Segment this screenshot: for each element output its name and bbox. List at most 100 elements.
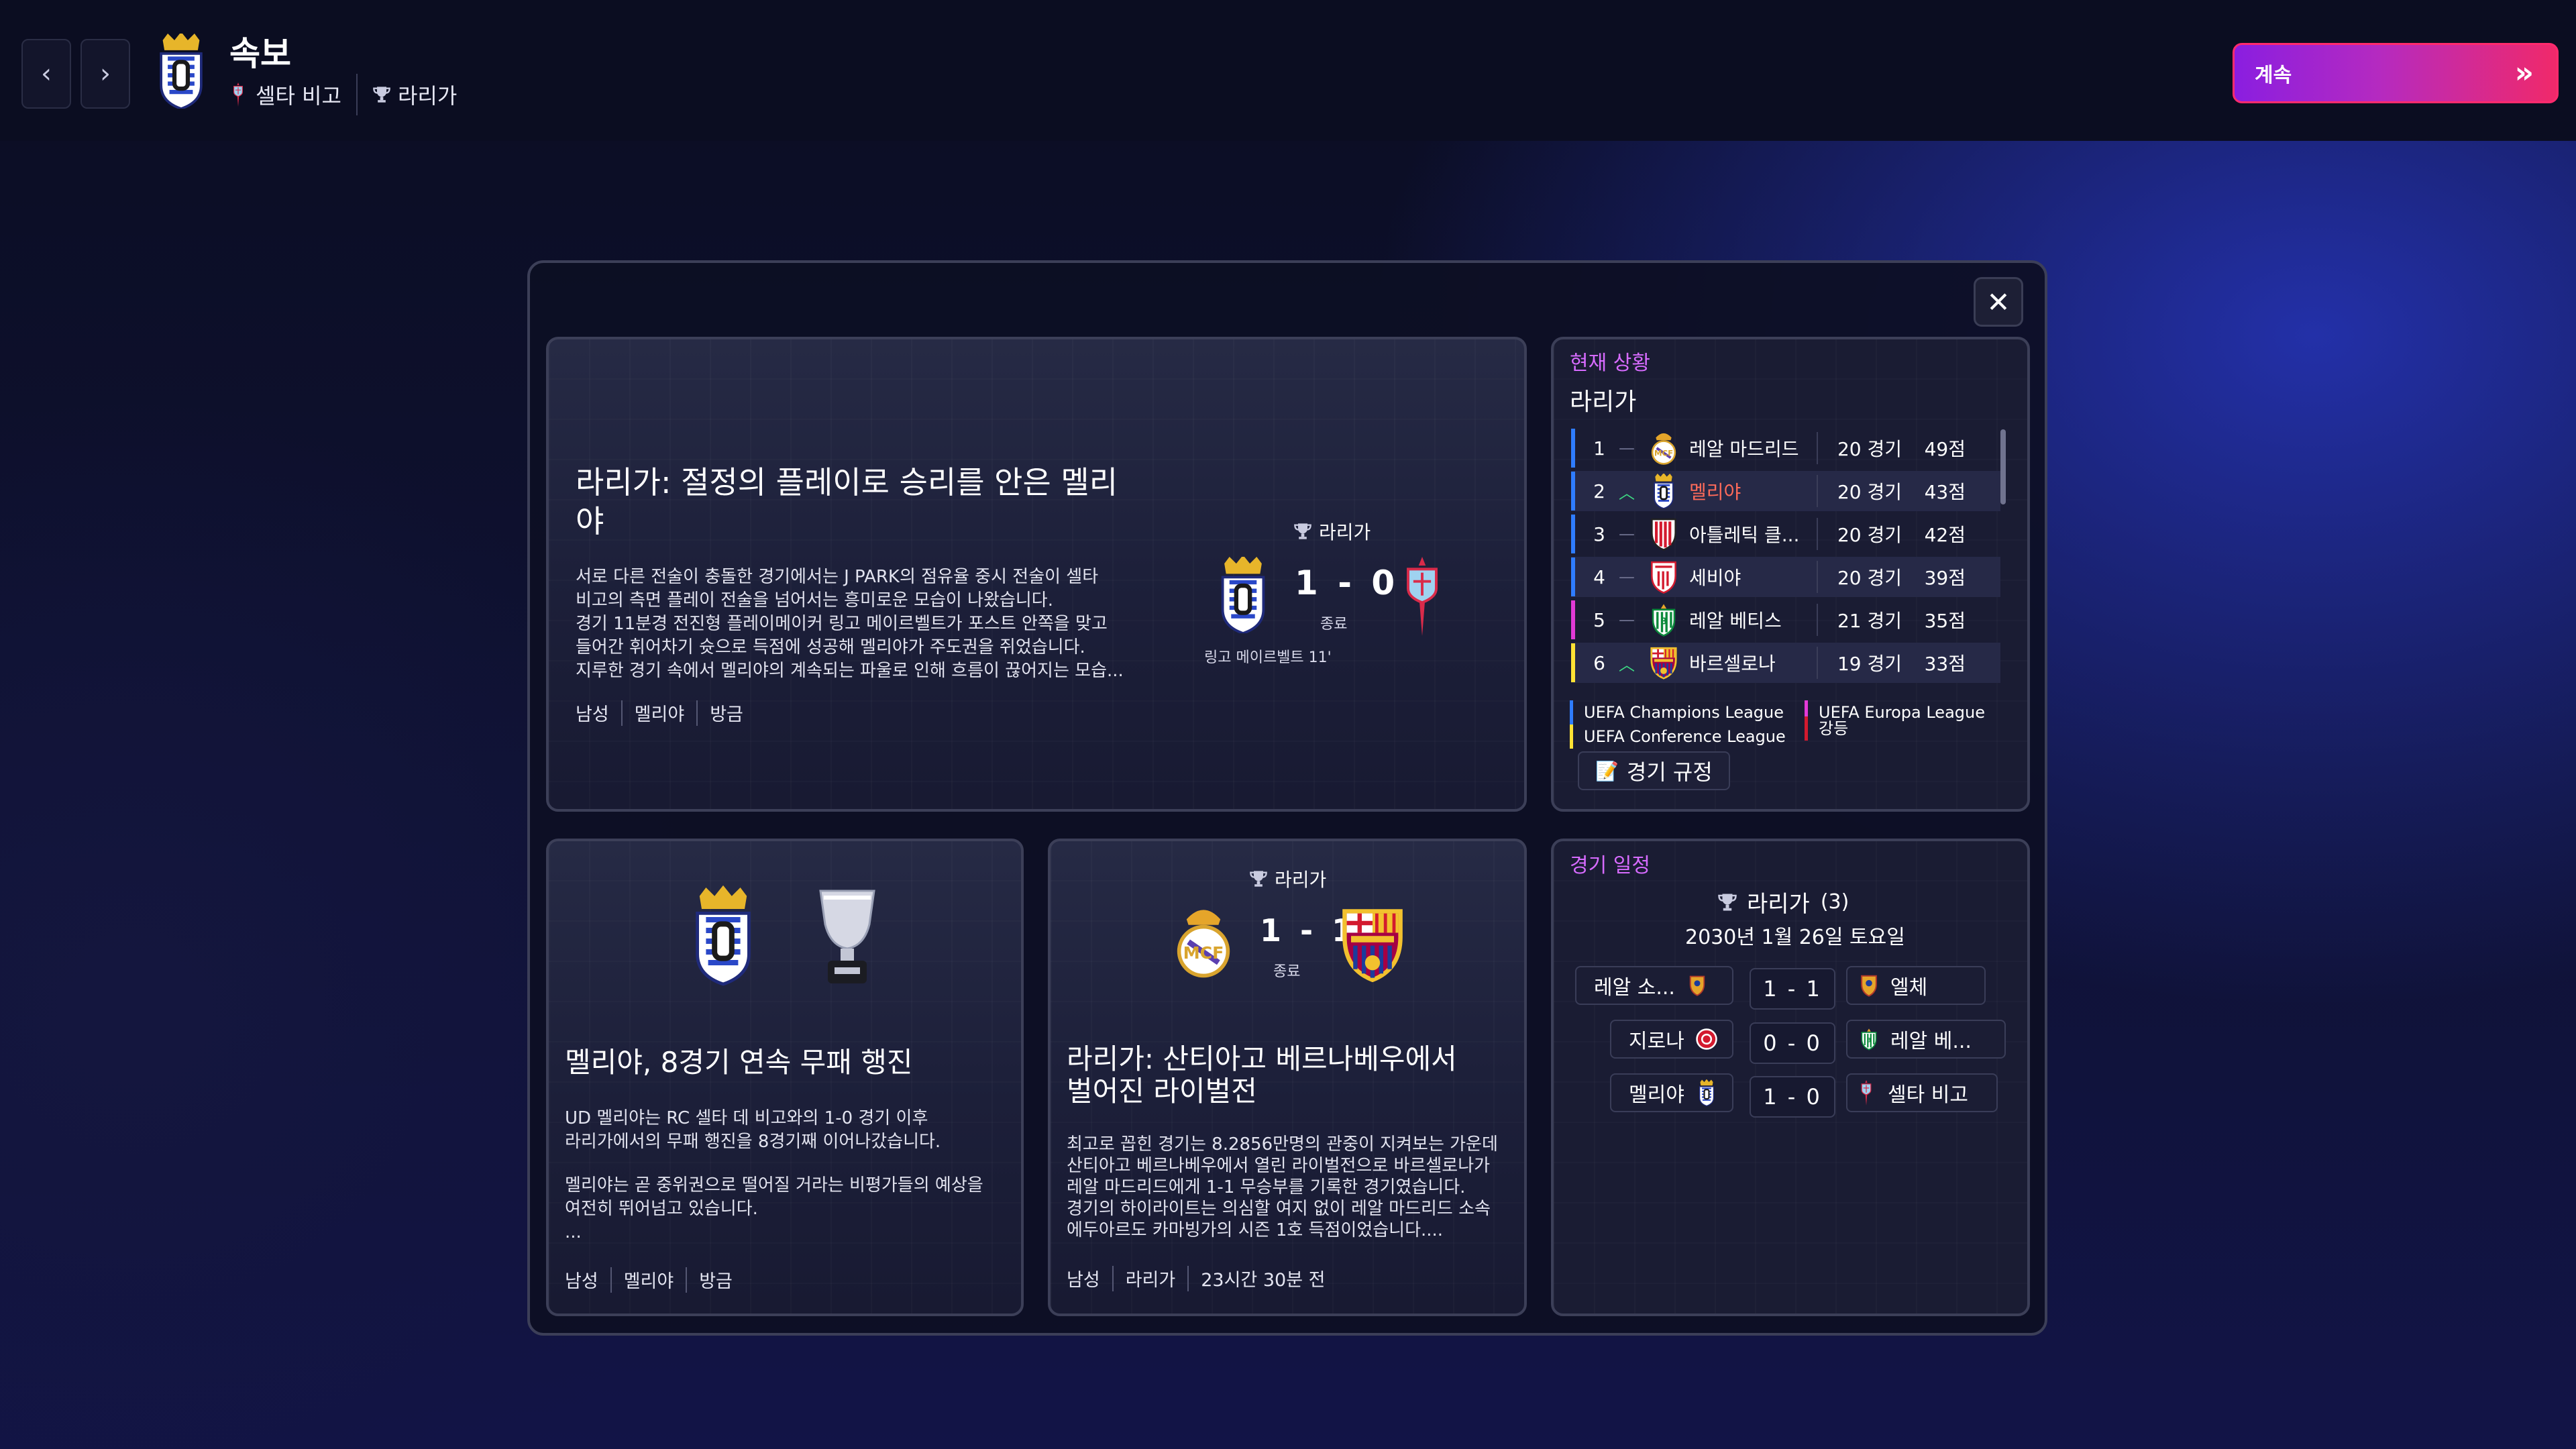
page-title: 속보: [229, 34, 291, 73]
rules-icon: 📝: [1595, 759, 1619, 782]
trophy-icon: [1249, 869, 1268, 888]
feature-status: 종료: [1320, 616, 1348, 633]
team-crest-icon: [1644, 429, 1684, 467]
fixture-home-team[interactable]: 지로나: [1610, 1020, 1733, 1059]
fixtures-section-label: 경기 일정: [1570, 854, 1650, 877]
standings-row[interactable]: 6 ︿ 바르셀로나 19 경기 33점: [1571, 643, 2000, 683]
standings-position: 4: [1593, 566, 1605, 588]
standings-row[interactable]: 2 ︿ 멜리야 20 경기 43점: [1571, 471, 2000, 511]
fixture-away-team[interactable]: 엘체: [1846, 966, 1986, 1005]
card2-tags: 남성 멜리야 방금: [565, 1267, 733, 1293]
card2-headline: 멜리야, 8경기 연속 무패 행진: [565, 1046, 913, 1079]
melilla-crest-icon: [1698, 1079, 1715, 1106]
trophy-icon: [1293, 522, 1312, 541]
games-played: 21 경기: [1837, 610, 1902, 632]
standings-row[interactable]: 1 — 레알 마드리드 20 경기 49점: [1571, 428, 2000, 468]
fixture-away-team[interactable]: 셀타 비고: [1846, 1073, 1998, 1112]
team-crest-icon: [1644, 644, 1684, 682]
standings-position: 5: [1593, 608, 1605, 631]
feature-tags: 남성 멜리야 방금: [576, 700, 743, 726]
league-label: 라리가: [397, 83, 458, 109]
card3-tags: 남성 라리가 23시간 30분 전: [1067, 1265, 1325, 1291]
feature-headline: 라리가: 절정의 플레이로 승리를 안은 멜리야: [576, 464, 1118, 539]
melilla-crest-icon: [1218, 557, 1269, 633]
team-crest-icon: [1644, 558, 1684, 596]
standings-position: 1: [1593, 437, 1605, 460]
feature-scorer: 링고 메이르벨트 11': [1204, 649, 1332, 666]
points: 43점: [1924, 481, 1966, 503]
chevron-left-icon: ‹: [41, 58, 52, 89]
barcelona-crest-icon: [1340, 907, 1405, 982]
fixture-score[interactable]: 0 - 0: [1750, 1022, 1835, 1064]
games-played: 20 경기: [1837, 567, 1902, 589]
feature-score: 1 - 0: [1295, 564, 1399, 602]
top-bar: [0, 0, 2576, 141]
opponent-label: 셀타 비고: [256, 83, 341, 109]
qualification-bar: [1571, 557, 1575, 596]
standings-position: 2: [1593, 480, 1605, 502]
dash-icon: —: [1619, 568, 1635, 586]
trophy-icon: [372, 85, 391, 104]
dash-icon: —: [1619, 439, 1635, 458]
celta-crest-icon: [1860, 1080, 1873, 1106]
games-played: 20 경기: [1837, 438, 1902, 460]
standings-legend: UEFA Champions League UEFA Europa League …: [1570, 700, 1985, 749]
standings-scrollbar[interactable]: [2000, 429, 2006, 504]
rules-button[interactable]: 📝 경기 규정: [1578, 751, 1730, 790]
betis-crest-icon: [1860, 1028, 1878, 1051]
standings-position: 6: [1593, 651, 1605, 674]
fixture-score[interactable]: 1 - 1: [1750, 968, 1835, 1010]
real-madrid-crest-icon: [1175, 904, 1232, 979]
chevron-right-icon: ›: [100, 58, 111, 89]
points: 35점: [1924, 610, 1966, 632]
standings-section-label: 현재 상황: [1570, 352, 1650, 375]
qualification-bar: [1571, 429, 1575, 468]
qualification-bar: [1571, 643, 1575, 682]
fixture-score[interactable]: 1 - 0: [1750, 1076, 1835, 1118]
points: 33점: [1924, 653, 1966, 675]
standings-league: 라리가: [1570, 388, 1637, 416]
card3-league: 라리가: [1249, 865, 1326, 892]
melilla-crest-icon: [691, 885, 755, 986]
standings-row[interactable]: 5 — 레알 베티스 21 경기 35점: [1571, 600, 2000, 640]
header-meta: 셀타 비고 라리가: [231, 74, 457, 115]
back-button[interactable]: ‹: [21, 39, 71, 109]
standings-position: 3: [1593, 523, 1605, 545]
card3-body: 최고로 꼽힌 경기는 8.2856만명의 관중이 지켜보는 가운데 산티아고 베…: [1067, 1134, 1498, 1240]
dash-icon: —: [1619, 610, 1635, 629]
continue-button[interactable]: 계속 »: [2233, 43, 2559, 103]
divider: [356, 74, 358, 115]
fixture-home-team[interactable]: 멜리야: [1610, 1073, 1733, 1112]
feature-league: 라리가: [1293, 518, 1371, 545]
games-played: 20 경기: [1837, 524, 1902, 546]
team-name: 레알 마드리드: [1684, 432, 1818, 464]
team-crest-icon: [1644, 472, 1684, 510]
standings-row[interactable]: 4 — 세비야 20 경기 39점: [1571, 557, 2000, 597]
fixtures-date: 2030년 1월 26일 토요일: [1685, 926, 1905, 949]
arrow-up-icon: ︿: [1619, 483, 1635, 502]
close-button[interactable]: ✕: [1974, 277, 2023, 327]
team-name: 바르셀로나: [1684, 647, 1818, 679]
girona-crest-icon: [1695, 1028, 1718, 1051]
points: 49점: [1924, 438, 1966, 460]
standings-row[interactable]: 3 — 아틀레틱 클... 20 경기 42점: [1571, 514, 2000, 554]
fixture-away-team[interactable]: 레알 베...: [1846, 1020, 2006, 1059]
team-name: 레알 베티스: [1684, 604, 1818, 636]
team-name: 세비야: [1684, 561, 1818, 593]
celta-crest-icon: [231, 83, 245, 107]
card2-body: UD 멜리야는 RC 셀타 데 비고와의 1-0 경기 이후 라리가에서의 무패…: [565, 1108, 983, 1242]
fixtures-league: 라리가 (3): [1717, 885, 1849, 918]
arrow-up-icon: ︿: [1619, 655, 1635, 674]
elche-crest-icon: [1860, 974, 1878, 997]
celta-crest-icon: [1403, 557, 1441, 636]
double-chevron-right-icon: »: [2514, 56, 2534, 90]
points: 39점: [1924, 567, 1966, 589]
forward-button[interactable]: ›: [80, 39, 130, 109]
games-played: 20 경기: [1837, 481, 1902, 503]
fixture-home-team[interactable]: 레알 소...: [1575, 966, 1733, 1005]
games-played: 19 경기: [1837, 653, 1902, 675]
club-crest-icon: [156, 34, 207, 109]
dash-icon: —: [1619, 525, 1635, 543]
close-icon: ✕: [1986, 285, 2010, 319]
team-name: 아틀레틱 클...: [1684, 518, 1818, 550]
